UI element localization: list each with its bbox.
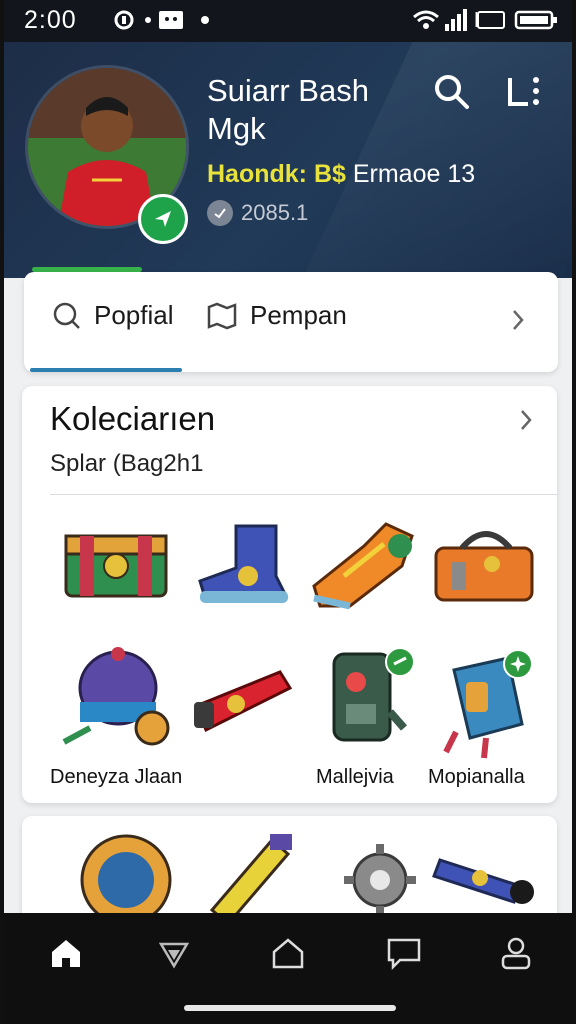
active-tab-indicator [30, 368, 182, 372]
signal-icon [444, 8, 468, 32]
bottom-nav [4, 913, 572, 1024]
message-status-icon [158, 8, 184, 32]
divider [50, 494, 557, 495]
tab-label: Popfial [94, 300, 174, 330]
nav-messages[interactable] [382, 931, 426, 975]
sneaker-item[interactable] [304, 506, 424, 626]
collection-subtitle: Splar (Bag2h1 [50, 450, 204, 477]
user-icon [501, 937, 531, 970]
stat-highlight: Haondk: B$ [207, 160, 346, 188]
home-icon [52, 940, 80, 967]
item-label-robot: Mallejvia [316, 766, 394, 788]
dot-status-icon [144, 8, 152, 32]
chest-item[interactable] [56, 506, 176, 626]
item-label-carriage: Deneyza Jlaan [50, 766, 183, 788]
boot-item[interactable] [186, 506, 306, 626]
profile-name: Suiarr Bash Mgk [207, 72, 369, 148]
profile-sub: 2085.1 [207, 200, 308, 226]
phone-frame: 2:00 ꟾ Suiarr Bash Mgk Haondk: B$ Ermaoe… [0, 0, 576, 1024]
profile-header: Suiarr Bash Mgk Haondk: B$ Ermaoe 13 208… [4, 42, 572, 278]
chat-icon [387, 938, 421, 970]
nav-store[interactable] [266, 931, 310, 975]
search-icon[interactable] [432, 72, 472, 112]
wifi-icon [412, 8, 440, 32]
tab-popfial[interactable]: Popfial [52, 300, 174, 331]
more-options-icon[interactable] [504, 72, 544, 112]
chevron-right-icon[interactable] [506, 308, 530, 332]
check-icon [207, 200, 233, 226]
item-label-backpack: Mopianalla [428, 766, 525, 788]
battery-icon [514, 8, 558, 32]
nav-home[interactable] [44, 931, 88, 975]
notification-dot-icon [200, 8, 210, 32]
verified-badge [138, 194, 188, 244]
data-icon: ꟾ [474, 8, 508, 32]
tab-label: Pempan [250, 300, 347, 330]
settings-status-icon [112, 8, 136, 32]
nav-explore[interactable] [152, 931, 196, 975]
profile-name-line1: Suiarr Bash [207, 73, 369, 108]
search-icon [53, 302, 80, 329]
profile-name-line2: Mgk [207, 111, 266, 146]
rocket-item[interactable] [186, 642, 306, 762]
robot-item[interactable] [308, 642, 428, 762]
stat-extra: Ermaoe 13 [352, 160, 476, 188]
screen: 2:00 ꟾ Suiarr Bash Mgk Haondk: B$ Ermaoe… [4, 0, 572, 1024]
bag-item[interactable] [426, 506, 546, 626]
collection-title: Koleciarıen [50, 400, 216, 437]
collection-card: Koleciarıen Splar (Bag2h1 Deneyza Jlaan … [22, 386, 557, 803]
explore-icon [158, 942, 190, 969]
carriage-item[interactable] [60, 642, 180, 762]
house-icon [272, 938, 304, 969]
sub-value: 2085.1 [241, 200, 309, 225]
backpack-item[interactable] [426, 642, 546, 762]
status-time: 2:00 [24, 6, 77, 34]
nav-profile[interactable] [494, 931, 538, 975]
tab-pempan[interactable]: Pempan [206, 300, 347, 331]
tab-card: Popfial Pempan [24, 272, 558, 372]
map-icon [207, 302, 237, 329]
status-bar: 2:00 ꟾ [4, 0, 572, 42]
chevron-right-icon[interactable] [514, 408, 538, 432]
home-indicator[interactable] [184, 1005, 396, 1011]
profile-stats: Haondk: B$ Ermaoe 13 [207, 160, 475, 189]
